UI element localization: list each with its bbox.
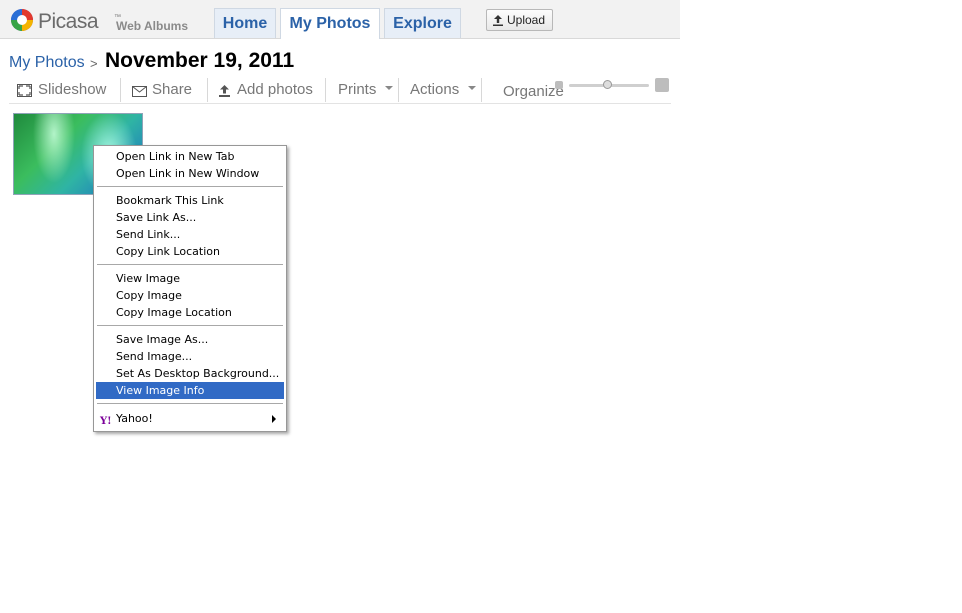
add-photos-label: Add photos bbox=[237, 81, 313, 98]
tab-my-photos[interactable]: My Photos bbox=[280, 8, 380, 39]
menu-item-yahoo-label: Yahoo! bbox=[116, 412, 153, 425]
breadcrumb-my-photos[interactable]: My Photos bbox=[9, 54, 85, 72]
slideshow-button[interactable]: Slideshow bbox=[17, 81, 106, 98]
submenu-arrow-icon bbox=[272, 415, 276, 423]
menu-item-copy-image-location[interactable]: Copy Image Location bbox=[96, 304, 284, 321]
actions-label: Actions bbox=[410, 81, 460, 98]
yahoo-icon: Y! bbox=[100, 416, 112, 427]
toolbar-divider bbox=[120, 78, 121, 102]
breadcrumb-separator: > bbox=[90, 56, 98, 71]
album-toolbar: Slideshow Share Add photos Prints Action… bbox=[9, 78, 671, 104]
slideshow-icon bbox=[17, 84, 32, 97]
menu-item-save-link-as[interactable]: Save Link As... bbox=[96, 209, 284, 226]
menu-separator bbox=[97, 186, 283, 187]
large-person-icon bbox=[655, 78, 669, 92]
toolbar-divider bbox=[207, 78, 208, 102]
menu-item-bookmark-link[interactable]: Bookmark This Link bbox=[96, 192, 284, 209]
prints-menu[interactable]: Prints bbox=[338, 81, 376, 98]
picasa-pinwheel-icon bbox=[11, 9, 33, 31]
actions-menu[interactable]: Actions bbox=[410, 81, 459, 98]
menu-item-yahoo[interactable]: Y! Yahoo! bbox=[96, 410, 284, 427]
upload-label: Upload bbox=[507, 13, 546, 27]
menu-separator bbox=[97, 325, 283, 326]
context-menu: Open Link in New Tab Open Link in New Wi… bbox=[93, 145, 287, 432]
upload-button[interactable]: Upload bbox=[486, 9, 553, 31]
small-person-icon bbox=[555, 81, 563, 89]
tab-explore[interactable]: Explore bbox=[384, 8, 461, 38]
menu-item-open-link-new-tab[interactable]: Open Link in New Tab bbox=[96, 148, 284, 165]
menu-separator bbox=[97, 264, 283, 265]
share-label: Share bbox=[152, 81, 193, 98]
add-photos-button[interactable]: Add photos bbox=[219, 81, 313, 98]
top-bar: Picasa ™ Web Albums Home My Photos Explo… bbox=[0, 0, 680, 39]
logo-wordmark: Picasa bbox=[38, 10, 99, 33]
chevron-down-icon[interactable] bbox=[385, 86, 393, 90]
toolbar-divider bbox=[398, 78, 399, 102]
menu-item-set-desktop-background[interactable]: Set As Desktop Background... bbox=[96, 365, 284, 382]
slider-handle[interactable] bbox=[603, 80, 612, 89]
upload-icon bbox=[219, 85, 230, 97]
share-button[interactable]: Share bbox=[132, 81, 192, 98]
menu-item-view-image-info[interactable]: View Image Info bbox=[96, 382, 284, 399]
menu-separator bbox=[97, 403, 283, 404]
toolbar-divider bbox=[481, 78, 482, 102]
toolbar-divider bbox=[325, 78, 326, 102]
menu-item-save-image-as[interactable]: Save Image As... bbox=[96, 331, 284, 348]
album-title: November 19, 2011 bbox=[105, 49, 295, 72]
upload-icon bbox=[493, 15, 503, 26]
chevron-down-icon[interactable] bbox=[468, 86, 476, 90]
prints-label: Prints bbox=[338, 81, 377, 98]
menu-item-open-link-new-window[interactable]: Open Link in New Window bbox=[96, 165, 284, 182]
menu-item-view-image[interactable]: View Image bbox=[96, 270, 284, 287]
menu-item-send-link[interactable]: Send Link... bbox=[96, 226, 284, 243]
envelope-icon bbox=[132, 86, 147, 97]
menu-item-copy-link-location[interactable]: Copy Link Location bbox=[96, 243, 284, 260]
tab-home[interactable]: Home bbox=[214, 8, 276, 38]
menu-item-send-image[interactable]: Send Image... bbox=[96, 348, 284, 365]
menu-item-copy-image[interactable]: Copy Image bbox=[96, 287, 284, 304]
logo-subtitle: Web Albums bbox=[116, 19, 189, 33]
slideshow-label: Slideshow bbox=[38, 81, 107, 98]
